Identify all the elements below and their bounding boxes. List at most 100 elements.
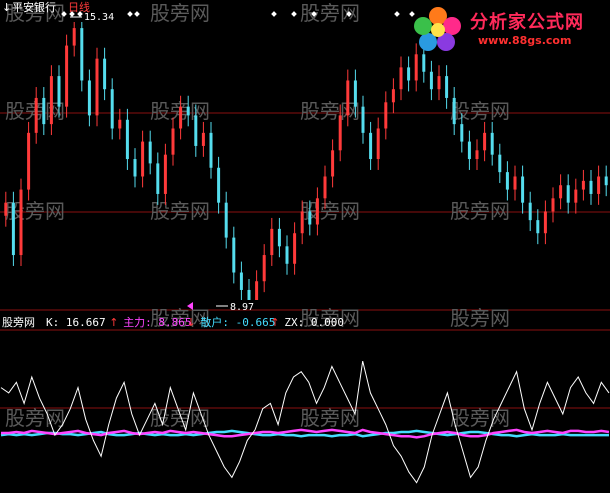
candle-body [505, 172, 509, 190]
candle-body [209, 132, 213, 168]
watermark-text: 股旁网 [450, 99, 510, 123]
candle-body [331, 150, 335, 177]
candlestick-series [4, 22, 608, 300]
candle-body [57, 76, 61, 107]
candle-body [308, 211, 312, 225]
candle-body [285, 246, 289, 264]
watermark-text: 股旁网 [300, 99, 360, 123]
candle-body [277, 228, 281, 247]
candle-body [156, 163, 160, 194]
candle-body [467, 141, 471, 160]
candle-body [460, 124, 464, 142]
signal-marker [394, 11, 400, 17]
candle-body [72, 28, 76, 46]
candle-body [224, 202, 228, 238]
candle-body [369, 132, 373, 160]
signal-marker [134, 11, 140, 17]
candle-body [49, 76, 53, 125]
candle-body [11, 202, 15, 256]
candle-body [163, 154, 167, 194]
candle-body [581, 180, 585, 190]
candle-body [133, 159, 137, 177]
candle-body [201, 132, 205, 146]
top-markers [61, 11, 415, 17]
header-arrow: ↓ [2, 1, 11, 14]
candle-body [186, 106, 190, 116]
candle-body [353, 80, 357, 107]
candle-body [566, 185, 570, 203]
candle-body [338, 115, 342, 151]
indicator-item-label: ZX: 0.000 [284, 316, 344, 329]
signal-marker [271, 11, 277, 17]
candle-body [407, 67, 411, 81]
watermark-text: 股旁网 [150, 1, 210, 25]
signal-marker [127, 11, 133, 17]
watermark-text: 股旁网 [450, 306, 510, 330]
site-logo: 分析家公式网 www.88gs.com [408, 2, 608, 54]
candle-body [103, 58, 107, 90]
candle-body [490, 132, 494, 155]
candle-body [315, 198, 319, 225]
indicator-item-arrow: ↑ [270, 316, 279, 329]
candle-body [148, 141, 152, 164]
logo-url: www.88gs.com [478, 34, 572, 47]
candle-body [574, 189, 578, 203]
candle-body [110, 89, 114, 129]
watermark-text: 股旁网 [150, 406, 210, 430]
candle-body [171, 128, 175, 155]
candle-body [42, 97, 46, 125]
candle-body [429, 71, 433, 90]
candle-body [475, 150, 479, 160]
indicator-item-label: 主力: 8.865 [123, 316, 191, 329]
watermark-text: 股旁网 [450, 406, 510, 430]
candle-body [445, 76, 449, 98]
candle-body [95, 58, 99, 116]
candle-body [528, 202, 532, 221]
chart-stage: 股旁网 股旁网 股旁网 股旁网 股旁网 股旁网 股旁网 股旁网 股旁网 股旁网 股旁网 股旁网 股旁网股… [0, 0, 610, 493]
candle-body [551, 198, 555, 212]
candle-body [323, 176, 327, 199]
watermark-text: 股旁网 [300, 1, 360, 25]
candle-body [118, 119, 122, 129]
candle-body [589, 180, 593, 194]
candle-body [4, 202, 8, 216]
watermark-text: 股旁网 [5, 406, 65, 430]
indicator-item-arrow: ↓ [186, 316, 195, 329]
candle-body [141, 141, 145, 177]
candle-body [483, 132, 487, 151]
candle-body [376, 128, 380, 160]
indicator-item-label: 散户: -0.665 [200, 315, 275, 329]
watermark-text: 股旁网 [450, 199, 510, 223]
candle-body [543, 211, 547, 234]
candle-body [346, 80, 350, 116]
candle-body [87, 80, 91, 116]
candle-body [498, 154, 502, 173]
candle-body [300, 211, 304, 234]
low-price-label: 8.97 [230, 302, 254, 313]
candle-body [597, 176, 601, 194]
signal-marker [291, 11, 297, 17]
candle-body [65, 45, 69, 107]
watermark-text: 股旁网 [150, 199, 210, 223]
high-price-label: 15.34 [84, 12, 114, 23]
flower-logo-icon [414, 7, 461, 51]
indicator-name: 股旁网 [2, 315, 35, 329]
candle-body [384, 102, 388, 129]
candle-body [391, 89, 395, 103]
candle-body [513, 176, 517, 190]
candle-body [19, 189, 23, 256]
candle-body [521, 176, 525, 203]
candle-body [559, 185, 563, 199]
stock-name: 平安银行 [12, 0, 56, 14]
candle-body [194, 115, 198, 146]
candle-body [217, 167, 221, 203]
candle-body [361, 106, 365, 133]
candle-body [255, 281, 259, 300]
indicator-item-arrow: ↑ [109, 316, 118, 329]
candle-body [262, 255, 266, 282]
candle-body [232, 237, 236, 273]
candle-body [604, 176, 608, 186]
indicator-item-label: K: 16.667 [46, 316, 106, 329]
watermark-text: 股旁网 [300, 406, 360, 430]
candle-body [27, 132, 31, 190]
